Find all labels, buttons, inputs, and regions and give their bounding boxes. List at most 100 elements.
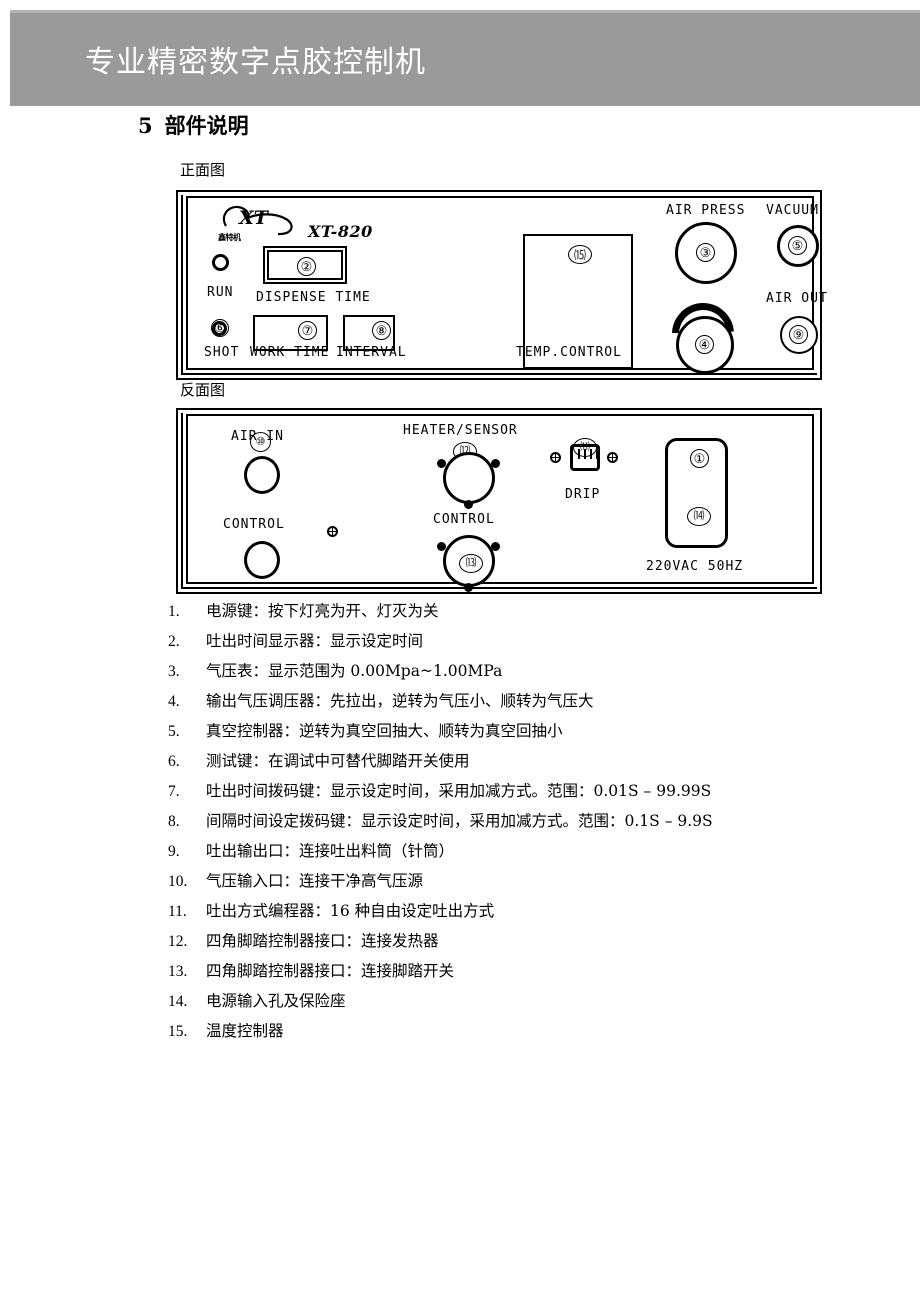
list-item-number: 8.: [168, 813, 180, 830]
heater-pin-bottom: [464, 500, 473, 509]
list-item-text: 真空控制器：逆转为真空回抽大、顺转为真空回抽小: [206, 722, 563, 740]
section-number: 5: [138, 113, 153, 138]
rear-panel-diagram: AIR IN ⑩ CONTROL HEATER/SENSOR ⑿ CONTROL…: [176, 408, 822, 594]
list-item: 3. 气压表：显示范围为 0.00Mpa~1.00MPa: [168, 656, 868, 686]
ref-air-out: ⑨: [789, 325, 808, 344]
run-led-icon: [212, 254, 229, 271]
list-item: 11. 吐出方式编程器：16 种自由设定吐出方式: [168, 896, 868, 926]
vacuum-label: VACUUM: [766, 203, 819, 218]
list-item-number: 11.: [168, 903, 187, 920]
list-item: 14. 电源输入孔及保险座: [168, 986, 868, 1016]
power-inlet-socket: ① ⒁: [665, 438, 728, 548]
list-item-text: 电源键：按下灯亮为开、灯灭为关: [206, 602, 439, 620]
air-press-label: AIR PRESS: [666, 203, 746, 218]
list-item-text: 气压输入口：连接干净高气压源: [206, 872, 424, 890]
interval-label: INTERVAL: [336, 345, 407, 360]
shot-label: SHOT: [204, 345, 240, 360]
foot-pin-right: [491, 542, 500, 551]
list-item-number: 5.: [168, 723, 180, 740]
list-item: 15. 温度控制器: [168, 1016, 868, 1046]
rear-panel-face: AIR IN ⑩ CONTROL HEATER/SENSOR ⑿ CONTROL…: [186, 414, 814, 592]
list-item: 6. 测试键：在调试中可替代脚踏开关使用: [168, 746, 868, 776]
list-item-number: 2.: [168, 633, 180, 650]
list-item-text: 测试键：在调试中可替代脚踏开关使用: [206, 752, 470, 770]
control-left-label: CONTROL: [223, 517, 285, 532]
ref-power-switch: ①: [690, 449, 709, 468]
ref-regulator: ④: [695, 335, 714, 354]
list-item-text: 输出气压调压器：先拉出，逆转为气压小、顺转为气压大: [206, 692, 594, 710]
power-rating-label: 220VAC 50HZ: [646, 559, 744, 574]
list-item-text: 气压表：显示范围为 0.00Mpa~1.00MPa: [206, 662, 503, 680]
chassis-screw-icon: [327, 526, 338, 537]
list-item: 13. 四角脚踏控制器接口：连接脚踏开关: [168, 956, 868, 986]
list-item-number: 9.: [168, 843, 180, 860]
component-description-list: 1. 电源键：按下灯亮为开、灯灭为关 2. 吐出时间显示器：显示设定时间 3. 气压表…: [168, 596, 868, 1046]
list-item: 5. 真空控制器：逆转为真空回抽大、顺转为真空回抽小: [168, 716, 868, 746]
vacuum-knob: ⑤: [777, 225, 819, 267]
list-item-number: 10.: [168, 873, 188, 890]
list-item: 12. 四角脚踏控制器接口：连接发热器: [168, 926, 868, 956]
foot-pin-left: [437, 542, 446, 551]
list-item-text: 电源输入孔及保险座: [206, 992, 346, 1010]
list-item-number: 6.: [168, 753, 180, 770]
list-item-text: 四角脚踏控制器接口：连接脚踏开关: [206, 962, 455, 980]
header-banner: 专业精密数字点胶控制机: [10, 10, 920, 106]
ref-temp-controller: ⒂: [568, 245, 592, 264]
front-view-caption: 正面图: [180, 161, 226, 179]
list-item: 4. 输出气压调压器：先拉出，逆转为气压小、顺转为气压大: [168, 686, 868, 716]
ref-foot-control: ⒀: [459, 554, 483, 573]
list-item: 10. 气压输入口：连接干净高气压源: [168, 866, 868, 896]
drip-screw-right-icon: [607, 452, 618, 463]
list-item-number: 3.: [168, 663, 180, 680]
ref-work-time: ⑦: [298, 321, 317, 340]
list-item-text: 吐出输出口：连接吐出料筒（针筒）: [206, 842, 455, 860]
section-heading: 5 部件说明: [138, 113, 249, 139]
list-item-number: 14.: [168, 993, 188, 1010]
brand-sub-label: 鑫特机: [218, 233, 241, 242]
list-item-text: 吐出时间显示器：显示设定时间: [206, 632, 424, 650]
section-title: 部件说明: [164, 113, 249, 138]
dispense-time-label: DISPENSE TIME: [256, 290, 371, 305]
drip-screw-left-icon: [550, 452, 561, 463]
air-press-gauge: ③: [675, 222, 737, 284]
ref-interval: ⑧: [372, 321, 391, 340]
list-item-text: 吐出时间拨码键：显示设定时间，采用加减方式。范围：0.01S – 99.99S: [206, 782, 712, 800]
ref-dispense-display: ②: [297, 257, 316, 276]
air-out-label: AIR OUT: [766, 291, 828, 306]
ref-vacuum: ⑤: [788, 236, 807, 255]
list-item-text: 四角脚踏控制器接口：连接发热器: [206, 932, 439, 950]
dispense-time-display: ②: [263, 246, 347, 284]
list-item: 1. 电源键：按下灯亮为开、灯灭为关: [168, 596, 868, 626]
list-item-number: 12.: [168, 933, 188, 950]
control-left-port: [244, 541, 280, 579]
ref-shot: ⑥: [211, 319, 229, 337]
foot-pin-bottom: [464, 583, 473, 592]
list-item-number: 7.: [168, 783, 180, 800]
list-item-text: 吐出方式编程器：16 种自由设定吐出方式: [206, 902, 495, 920]
heater-pin-left: [437, 459, 446, 468]
temp-control-label: TEMP.CONTROL: [516, 345, 622, 360]
air-out-port: ⑨: [780, 316, 818, 354]
list-item-number: 15.: [168, 1023, 188, 1040]
svg-text:XT: XT: [238, 207, 270, 229]
heater-sensor-connector: [443, 452, 495, 504]
ref-fuse-socket: ⒁: [687, 507, 711, 526]
rear-view-caption: 反面图: [180, 381, 226, 399]
list-item: 7. 吐出时间拨码键：显示设定时间，采用加减方式。范围：0.01S – 99.99…: [168, 776, 868, 806]
air-in-port: [244, 456, 280, 494]
pressure-regulator-knob: ④: [676, 316, 734, 374]
work-time-label: WORK TIME: [250, 345, 330, 360]
model-label: XT-820: [308, 222, 373, 241]
ref-air-press: ③: [696, 243, 715, 262]
ref-drip-programmer: ⑾: [573, 438, 597, 457]
list-item-number: 4.: [168, 693, 180, 710]
list-item-number: 13.: [168, 963, 188, 980]
page-title: 专业精密数字点胶控制机: [85, 45, 426, 80]
list-item: 9. 吐出输出口：连接吐出料筒（针筒）: [168, 836, 868, 866]
drip-label: DRIP: [565, 487, 601, 502]
control-mid-label: CONTROL: [433, 512, 495, 527]
list-item: 8. 间隔时间设定拨码键：显示设定时间，采用加减方式。范围：0.1S – 9.9S: [168, 806, 868, 836]
list-item: 2. 吐出时间显示器：显示设定时间: [168, 626, 868, 656]
heater-pin-right: [491, 459, 500, 468]
run-label: RUN: [207, 285, 234, 300]
